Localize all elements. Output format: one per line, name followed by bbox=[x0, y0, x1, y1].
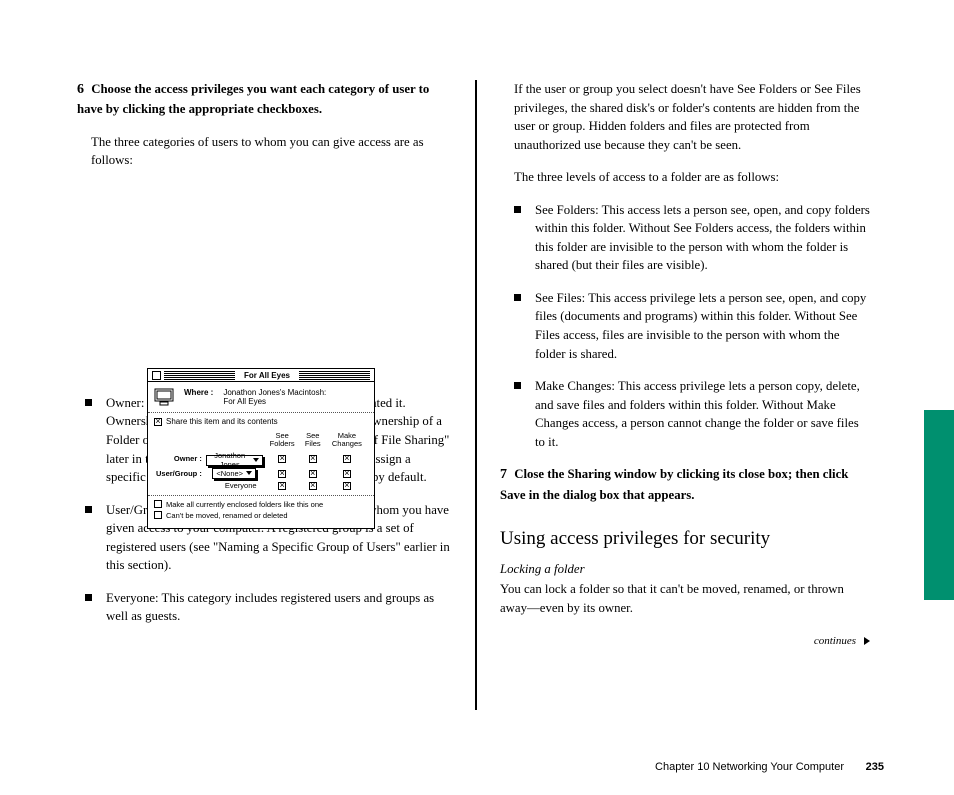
share-label: Share this item and its contents bbox=[166, 417, 278, 426]
usergroup-row: User/Group : <None> bbox=[154, 467, 368, 480]
page-number: 235 bbox=[866, 761, 884, 773]
chapter-label: Chapter 10 Networking Your Computer bbox=[655, 761, 844, 773]
right-p1: If the user or group you select doesn't … bbox=[514, 80, 870, 154]
bullet-icon bbox=[514, 294, 521, 301]
chevron-down-icon bbox=[253, 458, 259, 462]
bullet-icon bbox=[514, 206, 521, 213]
window-body: Where : Jonathon Jones's Macintosh: For … bbox=[148, 382, 374, 528]
chapter-tab bbox=[924, 410, 954, 600]
where-line-1: Jonathon Jones's Macintosh: bbox=[223, 388, 326, 397]
owner-make-changes-checkbox[interactable] bbox=[343, 455, 351, 463]
owner-see-files-checkbox[interactable] bbox=[309, 455, 317, 463]
footer-options: Make all currently enclosed folders like… bbox=[154, 500, 368, 520]
right-column: If the user or group you select doesn't … bbox=[500, 80, 870, 649]
where-row: Where : Jonathon Jones's Macintosh: For … bbox=[154, 388, 368, 406]
column-divider bbox=[475, 80, 477, 710]
close-box-icon[interactable] bbox=[152, 371, 161, 380]
permissions-table: See Folders See Files Make Changes Owner… bbox=[154, 432, 368, 491]
share-checkbox[interactable] bbox=[154, 418, 162, 426]
bullet-everyone-text: Everyone: This category includes registe… bbox=[106, 589, 452, 626]
share-checkbox-row: Share this item and its contents bbox=[154, 417, 368, 426]
sharing-window: For All Eyes Where : Jonathon Jones's Ma… bbox=[147, 368, 375, 529]
owner-select-value: Jonathon Jones bbox=[210, 451, 250, 469]
step-6-desc: The three categories of users to whom yo… bbox=[91, 133, 452, 170]
section-heading: Using access privileges for security bbox=[500, 528, 870, 550]
col-make-changes: Make Changes bbox=[326, 432, 368, 450]
usergroup-select-value: <None> bbox=[216, 469, 243, 478]
everyone-row: Everyone bbox=[154, 480, 368, 491]
step-7-text: Close the Sharing window by clicking its… bbox=[500, 467, 848, 501]
divider bbox=[148, 412, 374, 413]
right-p2: The three levels of access to a folder a… bbox=[514, 168, 870, 187]
bullet-icon bbox=[85, 506, 92, 513]
bullet-everyone: Everyone: This category includes registe… bbox=[85, 589, 452, 626]
cant-move-checkbox[interactable] bbox=[154, 511, 162, 519]
window-titlebar: For All Eyes bbox=[148, 369, 374, 382]
folder-monitor-icon bbox=[154, 388, 174, 406]
opt-make-enclosed: Make all currently enclosed folders like… bbox=[166, 500, 323, 509]
titlebar-lines bbox=[164, 371, 235, 380]
step-number: 6 bbox=[77, 82, 84, 97]
owner-select[interactable]: Jonathon Jones bbox=[206, 455, 263, 466]
perm-header-row: See Folders See Files Make Changes bbox=[154, 432, 368, 450]
col-see-files: See Files bbox=[300, 432, 326, 450]
bullet-see-files-text: See Files: This access privilege lets a … bbox=[535, 289, 870, 363]
everyone-see-folders-checkbox[interactable] bbox=[278, 482, 286, 490]
divider bbox=[148, 495, 374, 496]
locking-body: You can lock a folder so that it can't b… bbox=[500, 580, 870, 617]
owner-label: Owner : bbox=[174, 454, 202, 463]
everyone-see-files-checkbox[interactable] bbox=[309, 482, 317, 490]
where-label: Where : bbox=[184, 388, 213, 397]
titlebar-lines bbox=[299, 371, 370, 380]
subhead-locking: Locking a folder bbox=[500, 562, 870, 577]
make-enclosed-checkbox[interactable] bbox=[154, 500, 162, 508]
where-value: Jonathon Jones's Macintosh: For All Eyes bbox=[223, 388, 326, 406]
bullet-icon bbox=[514, 382, 521, 389]
bullet-see-folders: See Folders: This access lets a person s… bbox=[514, 201, 870, 275]
continues-triangle-icon bbox=[864, 637, 870, 645]
everyone-label: Everyone bbox=[225, 481, 257, 490]
chevron-down-icon bbox=[246, 471, 252, 475]
left-column: 6 Choose the access privileges you want … bbox=[77, 80, 452, 640]
continues-marker: continues bbox=[500, 631, 870, 649]
bullet-icon bbox=[85, 399, 92, 406]
usergroup-see-files-checkbox[interactable] bbox=[309, 470, 317, 478]
usergroup-make-changes-checkbox[interactable] bbox=[343, 470, 351, 478]
step-number: 7 bbox=[500, 467, 507, 482]
owner-see-folders-checkbox[interactable] bbox=[278, 455, 286, 463]
opt-cant-move: Can't be moved, renamed or deleted bbox=[166, 511, 288, 520]
where-line-2: For All Eyes bbox=[223, 397, 266, 406]
col-see-folders: See Folders bbox=[265, 432, 300, 450]
window-title: For All Eyes bbox=[238, 371, 296, 380]
step-6: 6 Choose the access privileges you want … bbox=[77, 80, 452, 119]
bullet-icon bbox=[85, 594, 92, 601]
usergroup-select[interactable]: <None> bbox=[212, 468, 256, 479]
step-7: 7 Close the Sharing window by clicking i… bbox=[500, 465, 870, 504]
continues-text: continues bbox=[814, 635, 856, 647]
bullet-make-changes-text: Make Changes: This access privilege lets… bbox=[535, 377, 870, 451]
bullet-see-folders-text: See Folders: This access lets a person s… bbox=[535, 201, 870, 275]
everyone-make-changes-checkbox[interactable] bbox=[343, 482, 351, 490]
bullet-see-files: See Files: This access privilege lets a … bbox=[514, 289, 870, 363]
step-6-text: Choose the access privileges you want ea… bbox=[77, 82, 429, 116]
owner-row: Owner : Jonathon Jones bbox=[154, 450, 368, 467]
right-bullets: See Folders: This access lets a person s… bbox=[514, 201, 870, 452]
usergroup-label: User/Group : bbox=[156, 469, 202, 478]
bullet-make-changes: Make Changes: This access privilege lets… bbox=[514, 377, 870, 451]
usergroup-see-folders-checkbox[interactable] bbox=[278, 470, 286, 478]
